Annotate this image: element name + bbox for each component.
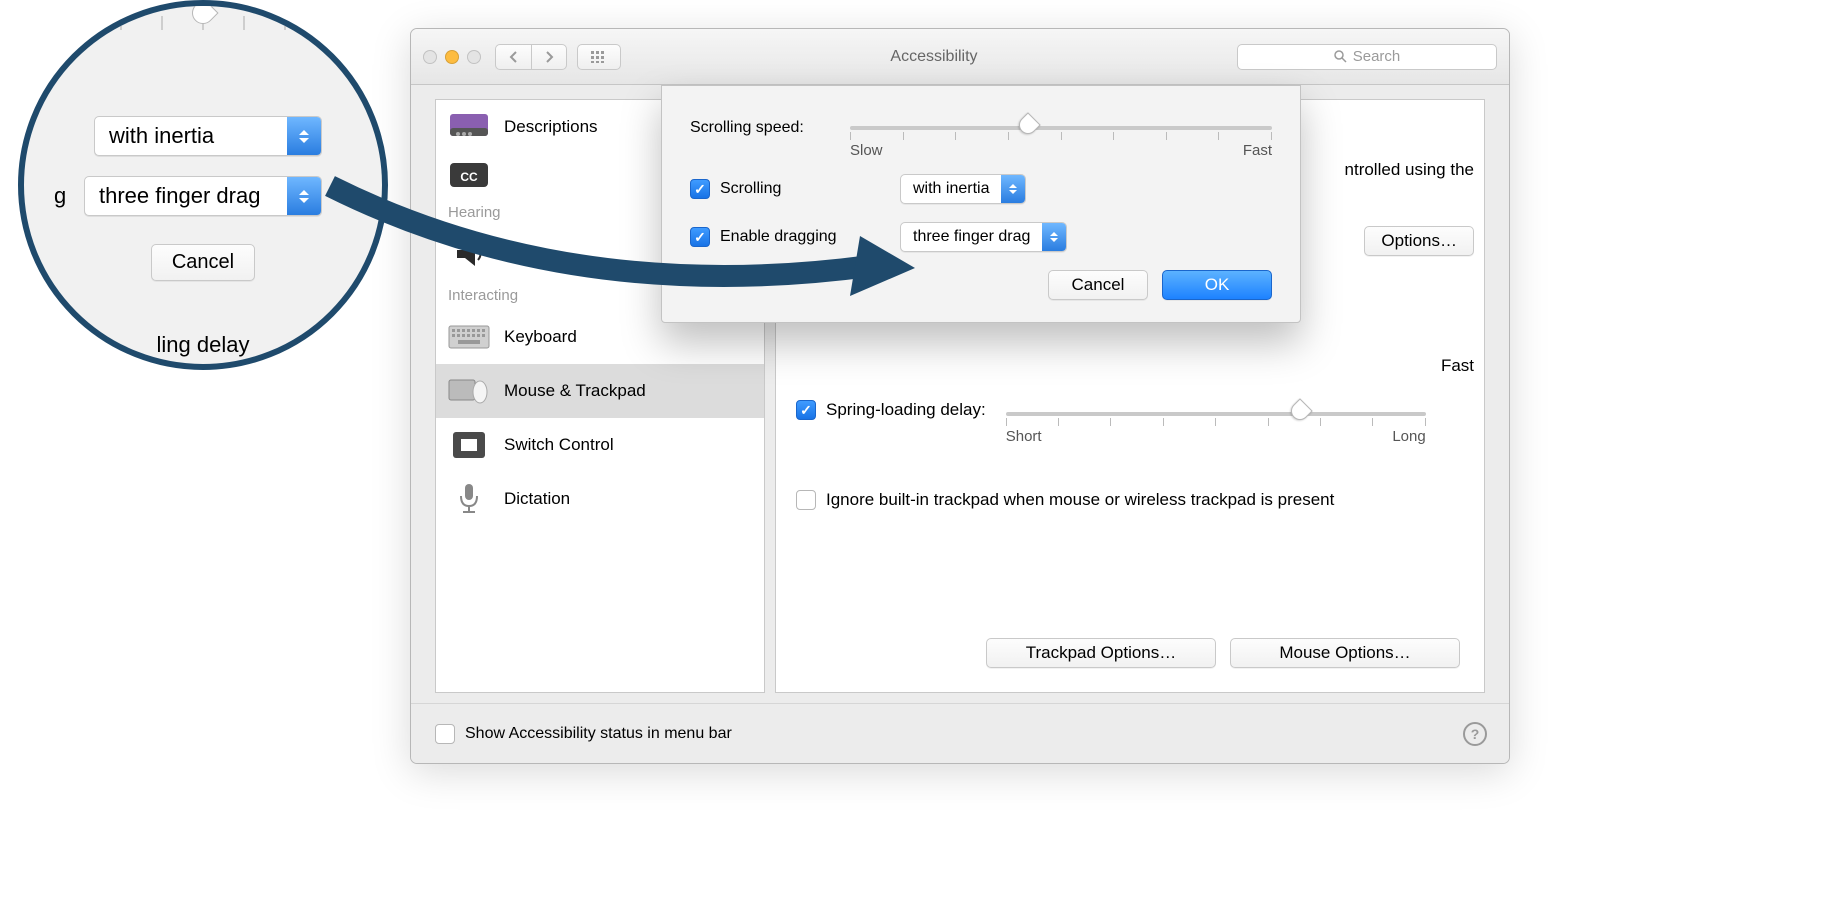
chevron-updown-icon [1001, 175, 1025, 203]
fast-label: Fast [1243, 142, 1272, 159]
chevron-updown-icon [1042, 223, 1066, 251]
long-label: Long [1392, 428, 1425, 445]
window-title: Accessibility [631, 48, 1237, 66]
ignore-trackpad-checkbox[interactable] [796, 490, 816, 510]
zoom-g-fragment: g [54, 183, 84, 209]
chevron-updown-icon [287, 177, 321, 215]
mouse-trackpad-icon [448, 374, 490, 408]
spring-loading-label: Spring-loading delay: [826, 400, 986, 420]
trackpad-options-button[interactable]: Trackpad Options… [986, 638, 1216, 668]
ignore-trackpad-label: Ignore built-in trackpad when mouse or w… [826, 490, 1436, 510]
spring-loading-checkbox[interactable] [796, 400, 816, 420]
dragging-mode-value: three finger drag [901, 228, 1042, 246]
show-all-button[interactable] [577, 44, 621, 70]
cancel-button[interactable]: Cancel [1048, 270, 1148, 300]
back-button[interactable] [495, 44, 531, 70]
traffic-lights [423, 50, 481, 64]
switch-control-icon [448, 428, 490, 462]
zoom-window-button[interactable] [467, 50, 481, 64]
show-status-checkbox[interactable] [435, 724, 455, 744]
dragging-mode-popup[interactable]: three finger drag [900, 222, 1067, 252]
zoom-scrolling-popup[interactable]: with inertia [94, 116, 322, 156]
sidebar-label: Switch Control [504, 435, 614, 455]
keyboard-icon [448, 320, 490, 354]
search-icon [1334, 50, 1347, 63]
descriptions-icon [448, 110, 490, 144]
zoom-cancel-button[interactable]: Cancel [151, 244, 255, 281]
sidebar-item-dictation[interactable]: Dictation [436, 472, 764, 526]
grid-icon [591, 51, 607, 63]
bottom-bar: Show Accessibility status in menu bar ? [411, 703, 1509, 763]
scrolling-speed-slider[interactable] [850, 114, 1272, 142]
options-button[interactable]: Options… [1364, 226, 1474, 256]
nav-segment [495, 44, 567, 70]
sidebar-label: Descriptions [504, 117, 598, 137]
zoom-dragging-popup[interactable]: three finger drag [84, 176, 322, 216]
close-window-button[interactable] [423, 50, 437, 64]
short-label: Short [1006, 428, 1042, 445]
spring-loading-slider[interactable] [1006, 400, 1426, 428]
mouse-options-button[interactable]: Mouse Options… [1230, 638, 1460, 668]
slow-label: Slow [850, 142, 883, 159]
sidebar-label: Dictation [504, 489, 570, 509]
search-input[interactable]: Search [1237, 44, 1497, 70]
zoom-bottom-fragment: ling delay [157, 332, 250, 358]
scrolling-speed-row: Scrolling speed: Slow Fast [690, 114, 1272, 142]
zoom-three-finger-value: three finger drag [85, 183, 287, 209]
annotation-arrow-icon [320, 176, 920, 306]
sidebar-label: Keyboard [504, 327, 577, 347]
toolbar: Accessibility Search [411, 29, 1509, 85]
zoom-inertia-value: with inertia [95, 123, 287, 149]
fast-label: Fast [1441, 356, 1474, 376]
search-placeholder: Search [1353, 48, 1401, 65]
accessibility-window: Accessibility Search Descriptions CC Hea… [410, 28, 1510, 764]
controlled-text-fragment: ntrolled using the [1345, 160, 1474, 180]
help-button[interactable]: ? [1463, 722, 1487, 746]
sidebar-label: Mouse & Trackpad [504, 381, 646, 401]
dictation-icon [448, 482, 490, 516]
sidebar-item-switch-control[interactable]: Switch Control [436, 418, 764, 472]
minimize-window-button[interactable] [445, 50, 459, 64]
ok-button[interactable]: OK [1162, 270, 1272, 300]
chevron-updown-icon [287, 117, 321, 155]
sidebar-item-mouse-trackpad[interactable]: Mouse & Trackpad [436, 364, 764, 418]
forward-button[interactable] [531, 44, 567, 70]
scrolling-speed-label: Scrolling speed: [690, 119, 850, 137]
show-status-label: Show Accessibility status in menu bar [465, 725, 732, 743]
